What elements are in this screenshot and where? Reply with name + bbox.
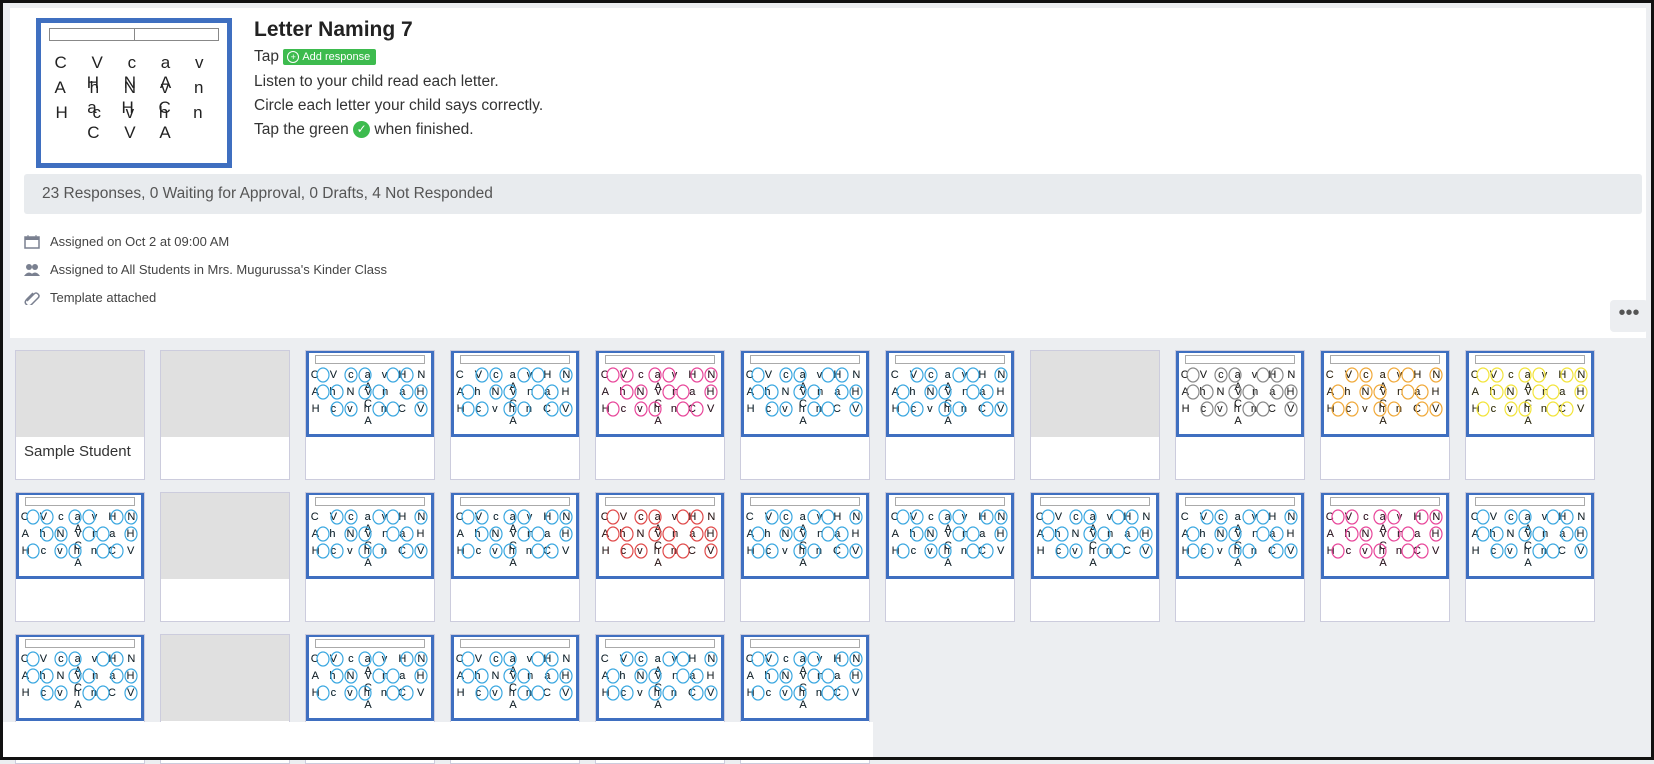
window-frame [0, 0, 1654, 760]
